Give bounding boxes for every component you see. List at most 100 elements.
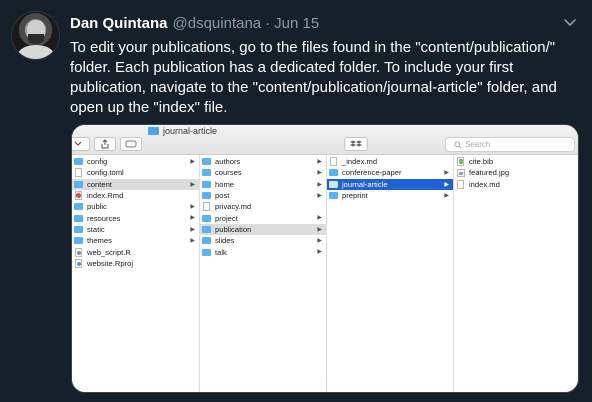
finder-item-label: preprint [342,191,368,201]
folder-icon [202,214,211,222]
finder-item-label: publication [215,224,252,234]
finder-item[interactable]: post ▶ [200,190,326,201]
chevron-right-icon: ▶ [190,238,195,245]
share-icon [101,139,109,149]
folder-icon [202,225,211,233]
finder-item-label: cite.bib [469,157,494,167]
tag-icon [125,140,137,148]
folder-icon [329,169,338,177]
chevron-down-icon [74,141,82,146]
r-script-icon [75,258,82,268]
folder-icon [74,180,83,188]
tweet-header: Dan Quintana @dsquintana · Jun 15 [70,15,572,35]
file-icon [330,157,337,167]
r-script-icon [75,247,82,257]
file-icon [203,202,210,212]
finder-item[interactable]: static ▶ [72,224,199,235]
finder-item[interactable]: resources ▶ [72,212,199,223]
chevron-right-icon: ▶ [444,170,449,177]
chevron-right-icon: ▶ [317,159,322,165]
finder-item[interactable]: _index.md [327,156,453,167]
finder-item-label: journal-article [342,179,388,189]
dropbox-button[interactable] [344,137,368,151]
finder-columns: config ▶ config.toml content ▶ index.Rmd publi… [72,155,578,392]
view-options-button[interactable] [72,137,90,151]
chevron-down-icon[interactable] [562,14,578,30]
search-input[interactable]: Search [445,137,575,152]
finder-toolbar: journal-article Search [72,125,578,155]
file-icon [457,179,464,189]
finder-item[interactable]: index.Rmd [72,190,199,201]
folder-icon [74,225,83,233]
chevron-right-icon: ▶ [190,181,195,188]
finder-item[interactable]: talk ▶ [200,246,326,257]
chevron-right-icon: ▶ [444,192,449,199]
finder-item-label: home [215,179,234,189]
finder-item[interactable]: content ▶ [72,178,199,190]
finder-item-label: conference-paper [342,168,402,178]
bib-file-icon [457,157,464,167]
finder-item[interactable]: privacy.md [200,201,326,212]
finder-item[interactable]: featured.jpg [454,167,578,178]
finder-item-label: index.md [469,179,500,189]
window-title-label: journal-article [163,126,218,136]
finder-column-2: authors ▶ courses ▶ home ▶ post ▶ privacy.md proj… [200,155,327,392]
finder-item-label: website.Rproj [87,258,134,268]
chevron-right-icon: ▶ [190,215,195,222]
chevron-right-icon: ▶ [317,249,322,256]
chevron-right-icon: ▶ [190,226,195,233]
finder-item-label: privacy.md [215,202,252,212]
finder-item-label: resources [87,213,121,223]
window-title: journal-article [148,126,217,136]
folder-icon [202,169,211,177]
finder-item[interactable]: website.Rproj [72,258,199,269]
finder-item-label: config.toml [87,168,124,178]
folder-icon [202,237,211,245]
author-name[interactable]: Dan Quintana [70,15,168,32]
folder-icon [329,180,338,188]
folder-icon [202,180,211,188]
chevron-right-icon: ▶ [317,181,322,188]
finder-item[interactable]: project ▶ [200,212,326,223]
finder-item[interactable]: config.toml [72,167,199,178]
finder-item[interactable]: conference-paper ▶ [327,167,453,178]
finder-item[interactable]: config ▶ [72,156,199,167]
search-placeholder: Search [465,140,491,149]
tweet-media-screenshot[interactable]: journal-article Search config ▶ config.tom… [71,124,579,393]
avatar[interactable] [11,11,60,60]
file-icon [75,168,82,178]
rmd-file-icon [75,191,82,201]
finder-item[interactable]: themes ▶ [72,235,199,246]
finder-column-3: _index.md conference-paper ▶ journal-articl… [327,155,454,392]
finder-item-label: config [87,157,108,167]
author-handle[interactable]: @dsquintana [173,15,262,32]
finder-item[interactable]: home ▶ [200,179,326,190]
folder-icon [74,203,83,211]
chevron-right-icon: ▶ [317,215,322,222]
tweet-date[interactable]: Jun 15 [274,15,319,32]
folder-icon [74,158,83,166]
finder-item[interactable]: cite.bib [454,156,578,167]
folder-icon [74,214,83,222]
finder-item[interactable]: preprint ▶ [327,190,453,201]
finder-item[interactable]: authors ▶ [200,156,326,167]
finder-item[interactable]: courses ▶ [200,167,326,178]
finder-item-label: static [87,224,105,234]
folder-icon [329,192,338,200]
finder-item[interactable]: web_script.R [72,246,199,257]
finder-item[interactable]: slides ▶ [200,235,326,246]
finder-column-4: cite.bib featured.jpg index.md [454,155,578,392]
share-button[interactable] [94,137,116,151]
finder-item[interactable]: journal-article ▶ [327,178,453,190]
finder-item-label: post [215,191,230,201]
tag-button[interactable] [120,137,142,151]
chevron-right-icon: ▶ [317,192,322,199]
finder-item-label: web_script.R [87,247,131,257]
finder-item-label: talk [215,247,227,257]
tweet-text: To edit your publications, go to the fil… [70,39,557,116]
folder-icon [148,127,159,135]
finder-item[interactable]: public ▶ [72,201,199,212]
separator-dot: · [265,15,271,32]
finder-item[interactable]: index.md [454,179,578,190]
finder-item[interactable]: publication ▶ [200,223,326,236]
